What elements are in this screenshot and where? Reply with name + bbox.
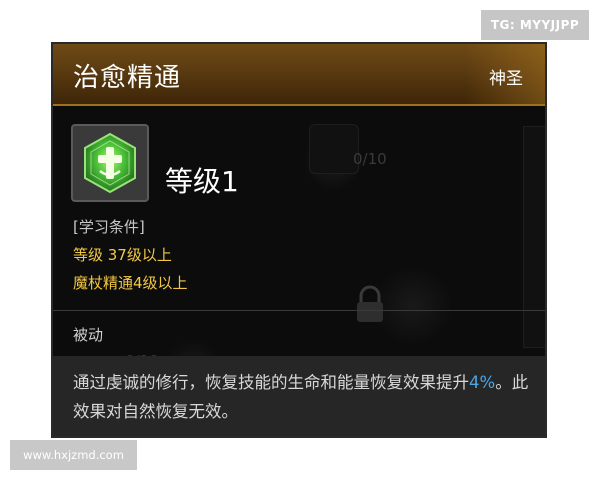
skill-level: 等级1 bbox=[165, 165, 239, 198]
tooltip-header: 治愈精通 神圣 bbox=[53, 44, 545, 106]
description-value: 4% bbox=[469, 373, 496, 392]
skill-kind-label: 被动 bbox=[73, 326, 104, 344]
section-divider bbox=[53, 310, 545, 311]
background-side-column bbox=[523, 126, 545, 348]
requirement-prerequisite-skill: 魔杖精通4级以上 bbox=[73, 274, 188, 292]
background-skill-count: 0/10 bbox=[353, 150, 387, 168]
skill-title: 治愈精通 bbox=[73, 63, 182, 93]
lock-icon bbox=[357, 285, 383, 322]
requirements-header: [学习条件] bbox=[73, 218, 145, 236]
description-section: 通过虔诚的修行，恢复技能的生命和能量恢复效果提升4%。此效果对自然恢复无效。 bbox=[53, 356, 545, 436]
screenshot-stage: TG: MYYJJPP 0/10 0/10 游侠网 治愈精通 神圣 bbox=[0, 0, 600, 480]
description-text-start: 通过虔诚的修行，恢复技能的生命和能量恢复效果提升 bbox=[73, 373, 469, 392]
background-skill-slot bbox=[309, 124, 359, 174]
tg-watermark: TG: MYYJJPP bbox=[481, 10, 589, 40]
url-watermark: www.hxjzmd.com bbox=[10, 440, 137, 470]
skill-description: 通过虔诚的修行，恢复技能的生命和能量恢复效果提升4%。此效果对自然恢复无效。 bbox=[73, 368, 533, 426]
skill-icon-frame bbox=[71, 124, 149, 202]
holy-cross-hexagon-icon bbox=[84, 132, 136, 194]
requirement-level: 等级 37级以上 bbox=[73, 246, 172, 264]
skill-school-label: 神圣 bbox=[489, 69, 523, 89]
skill-tooltip: 0/10 0/10 游侠网 治愈精通 神圣 bbox=[51, 42, 547, 438]
